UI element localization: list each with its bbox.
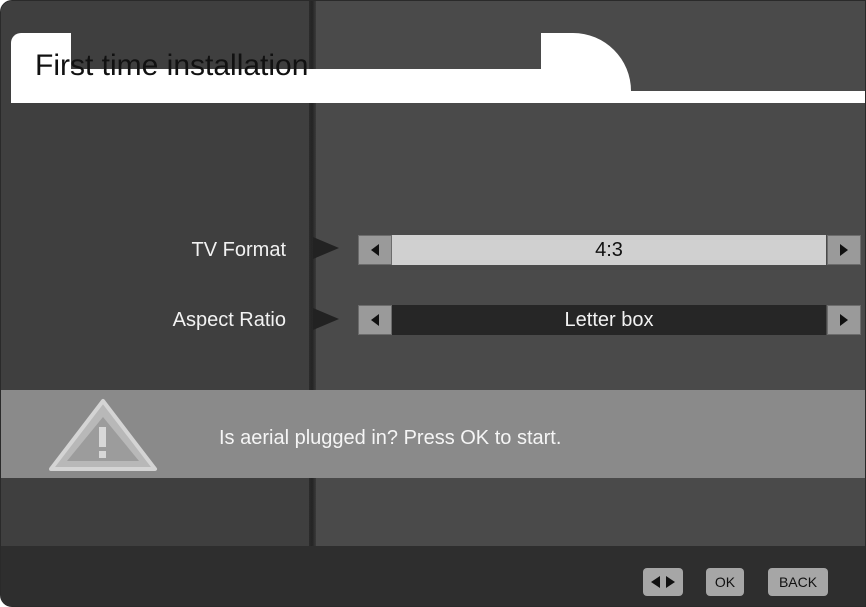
title-right-area xyxy=(597,33,865,91)
aspect-ratio-next-button[interactable] xyxy=(827,305,861,335)
tv-screen: First time installation TV Format 4:3 As… xyxy=(0,0,866,607)
page-title: First time installation xyxy=(35,49,309,82)
back-key[interactable]: BACK xyxy=(768,568,828,596)
aspect-ratio-label: Aspect Ratio xyxy=(172,309,286,331)
row-pointer-icon xyxy=(313,237,339,259)
left-right-key[interactable] xyxy=(643,568,683,596)
warning-message: Is aerial plugged in? Press OK to start. xyxy=(219,427,562,449)
ok-key[interactable]: OK xyxy=(706,568,744,596)
arrow-left-icon xyxy=(371,244,379,256)
arrow-right-icon xyxy=(840,244,848,256)
row-pointer-icon xyxy=(313,308,339,330)
left-right-arrows-icon xyxy=(651,576,675,588)
tv-format-next-button[interactable] xyxy=(827,235,861,265)
warning-triangle-icon xyxy=(49,399,157,471)
arrow-right-icon xyxy=(840,314,848,326)
tv-format-label: TV Format xyxy=(191,239,286,261)
tv-format-prev-button[interactable] xyxy=(358,235,392,265)
aspect-ratio-value[interactable]: Letter box xyxy=(392,305,826,335)
aspect-ratio-prev-button[interactable] xyxy=(358,305,392,335)
arrow-left-icon xyxy=(371,314,379,326)
tv-format-value[interactable]: 4:3 xyxy=(392,235,826,265)
